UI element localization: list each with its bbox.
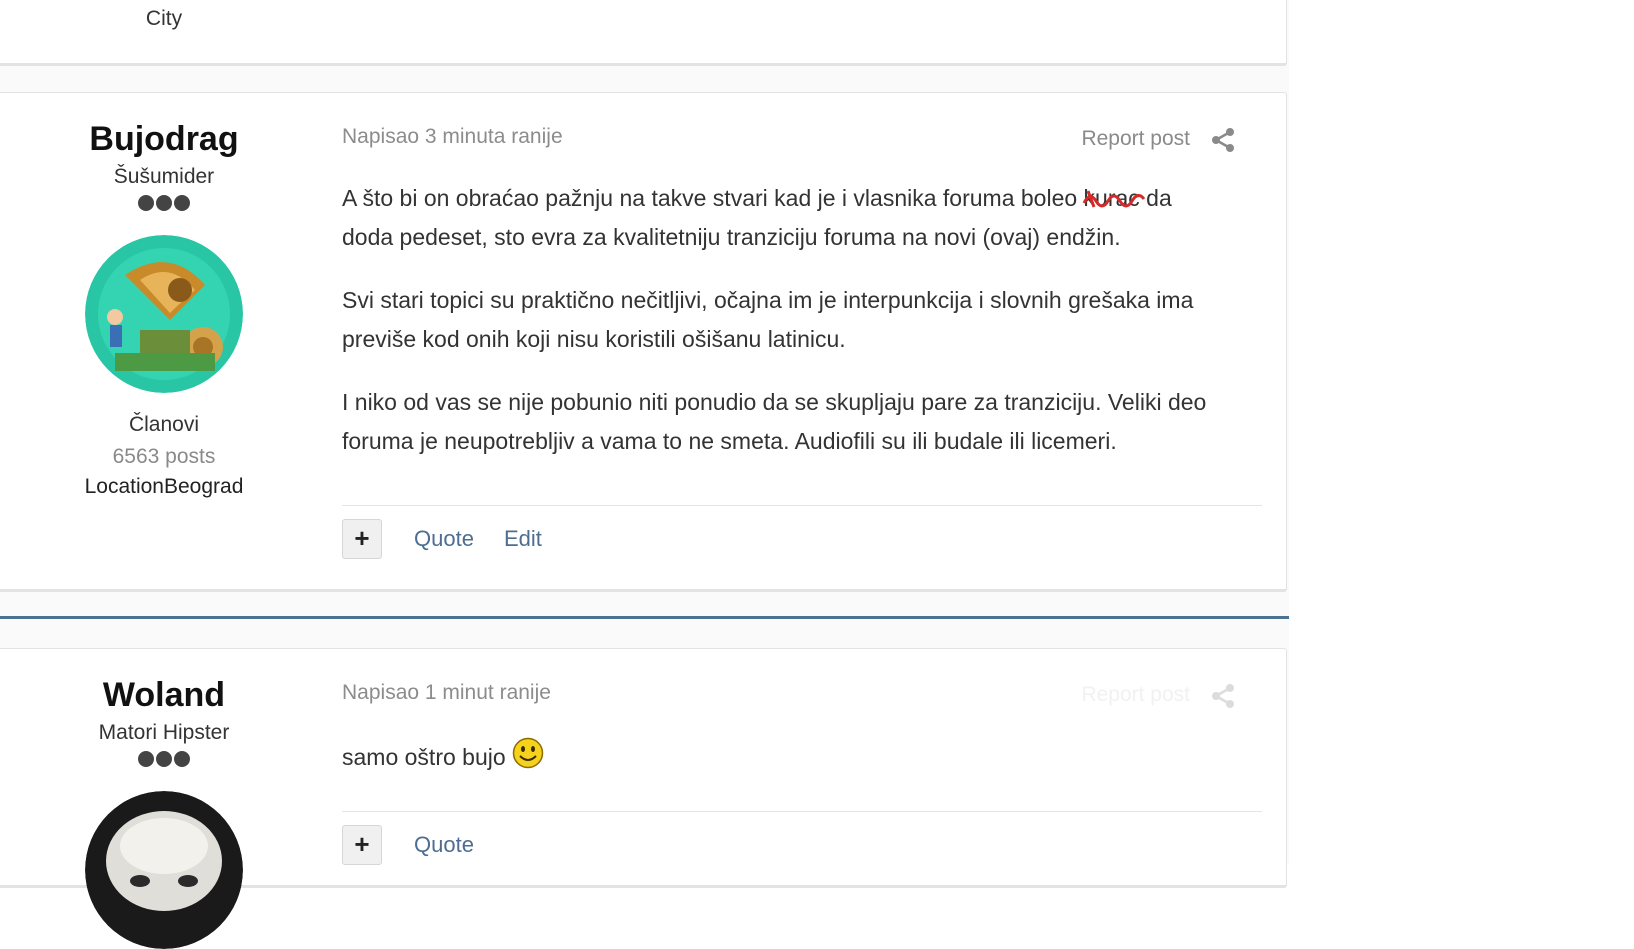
author-panel: Bujodrag Šušumider Članovi 6563 posts Lo… (39, 119, 289, 499)
report-post-link[interactable]: Report post (1081, 127, 1190, 151)
author-post-count: 6563 posts (112, 445, 216, 468)
author-rank: Matori Hipster (98, 721, 230, 744)
report-post-link[interactable]: Report post (1081, 683, 1190, 707)
author-rank: Šušumider (113, 165, 215, 188)
redacted-word: kurac (1082, 179, 1145, 218)
post-paragraph-1: A što bi on obraćao pažnju na takve stva… (342, 179, 1262, 257)
post-actions: + Quote (342, 811, 1262, 882)
post-paragraph-1: samo oštro bujo (342, 737, 1262, 781)
rank-pips (39, 751, 289, 769)
author-name[interactable]: Woland (39, 675, 289, 715)
post-paragraph-3: I niko od vas se nije pobunio niti ponud… (342, 389, 1207, 454)
rank-pips (39, 195, 289, 213)
post-content: Napisao 1 minut ranije Report post samo … (342, 681, 1262, 805)
reaction-plus-button[interactable]: + (342, 519, 382, 559)
avatar[interactable] (85, 791, 243, 949)
smiley-icon (512, 737, 544, 781)
author-name[interactable]: Bujodrag (39, 119, 289, 159)
previous-post: g , y City (0, 0, 1287, 66)
quote-button[interactable]: Quote (414, 832, 474, 858)
author-group: Članovi (128, 413, 200, 436)
quote-button[interactable]: Quote (414, 526, 474, 552)
share-icon[interactable] (1210, 127, 1236, 153)
author-panel: Woland Matori Hipster (39, 675, 289, 949)
previous-location-city: City (145, 7, 183, 30)
post-woland: Woland Matori Hipster Napisao 1 minut ra… (0, 648, 1287, 949)
post-paragraph-2: Svi stari topici su praktično nečitljivi… (342, 287, 1194, 352)
post-actions: + Quote Edit (342, 505, 1262, 576)
new-posts-separator (0, 616, 1289, 619)
reaction-plus-button[interactable]: + (342, 825, 382, 865)
avatar[interactable] (85, 235, 243, 393)
share-icon[interactable] (1210, 683, 1236, 709)
post-bujodrag: Bujodrag Šušumider Članovi 6563 posts Lo… (0, 92, 1287, 592)
post-content: Napisao 3 minuta ranije Report post A št… (342, 125, 1262, 485)
edit-button[interactable]: Edit (504, 526, 542, 552)
author-location: LocationBeograd (84, 475, 244, 498)
post-body: A što bi on obraćao pažnju na takve stva… (342, 179, 1262, 461)
post-body: samo oštro bujo (342, 737, 1262, 781)
